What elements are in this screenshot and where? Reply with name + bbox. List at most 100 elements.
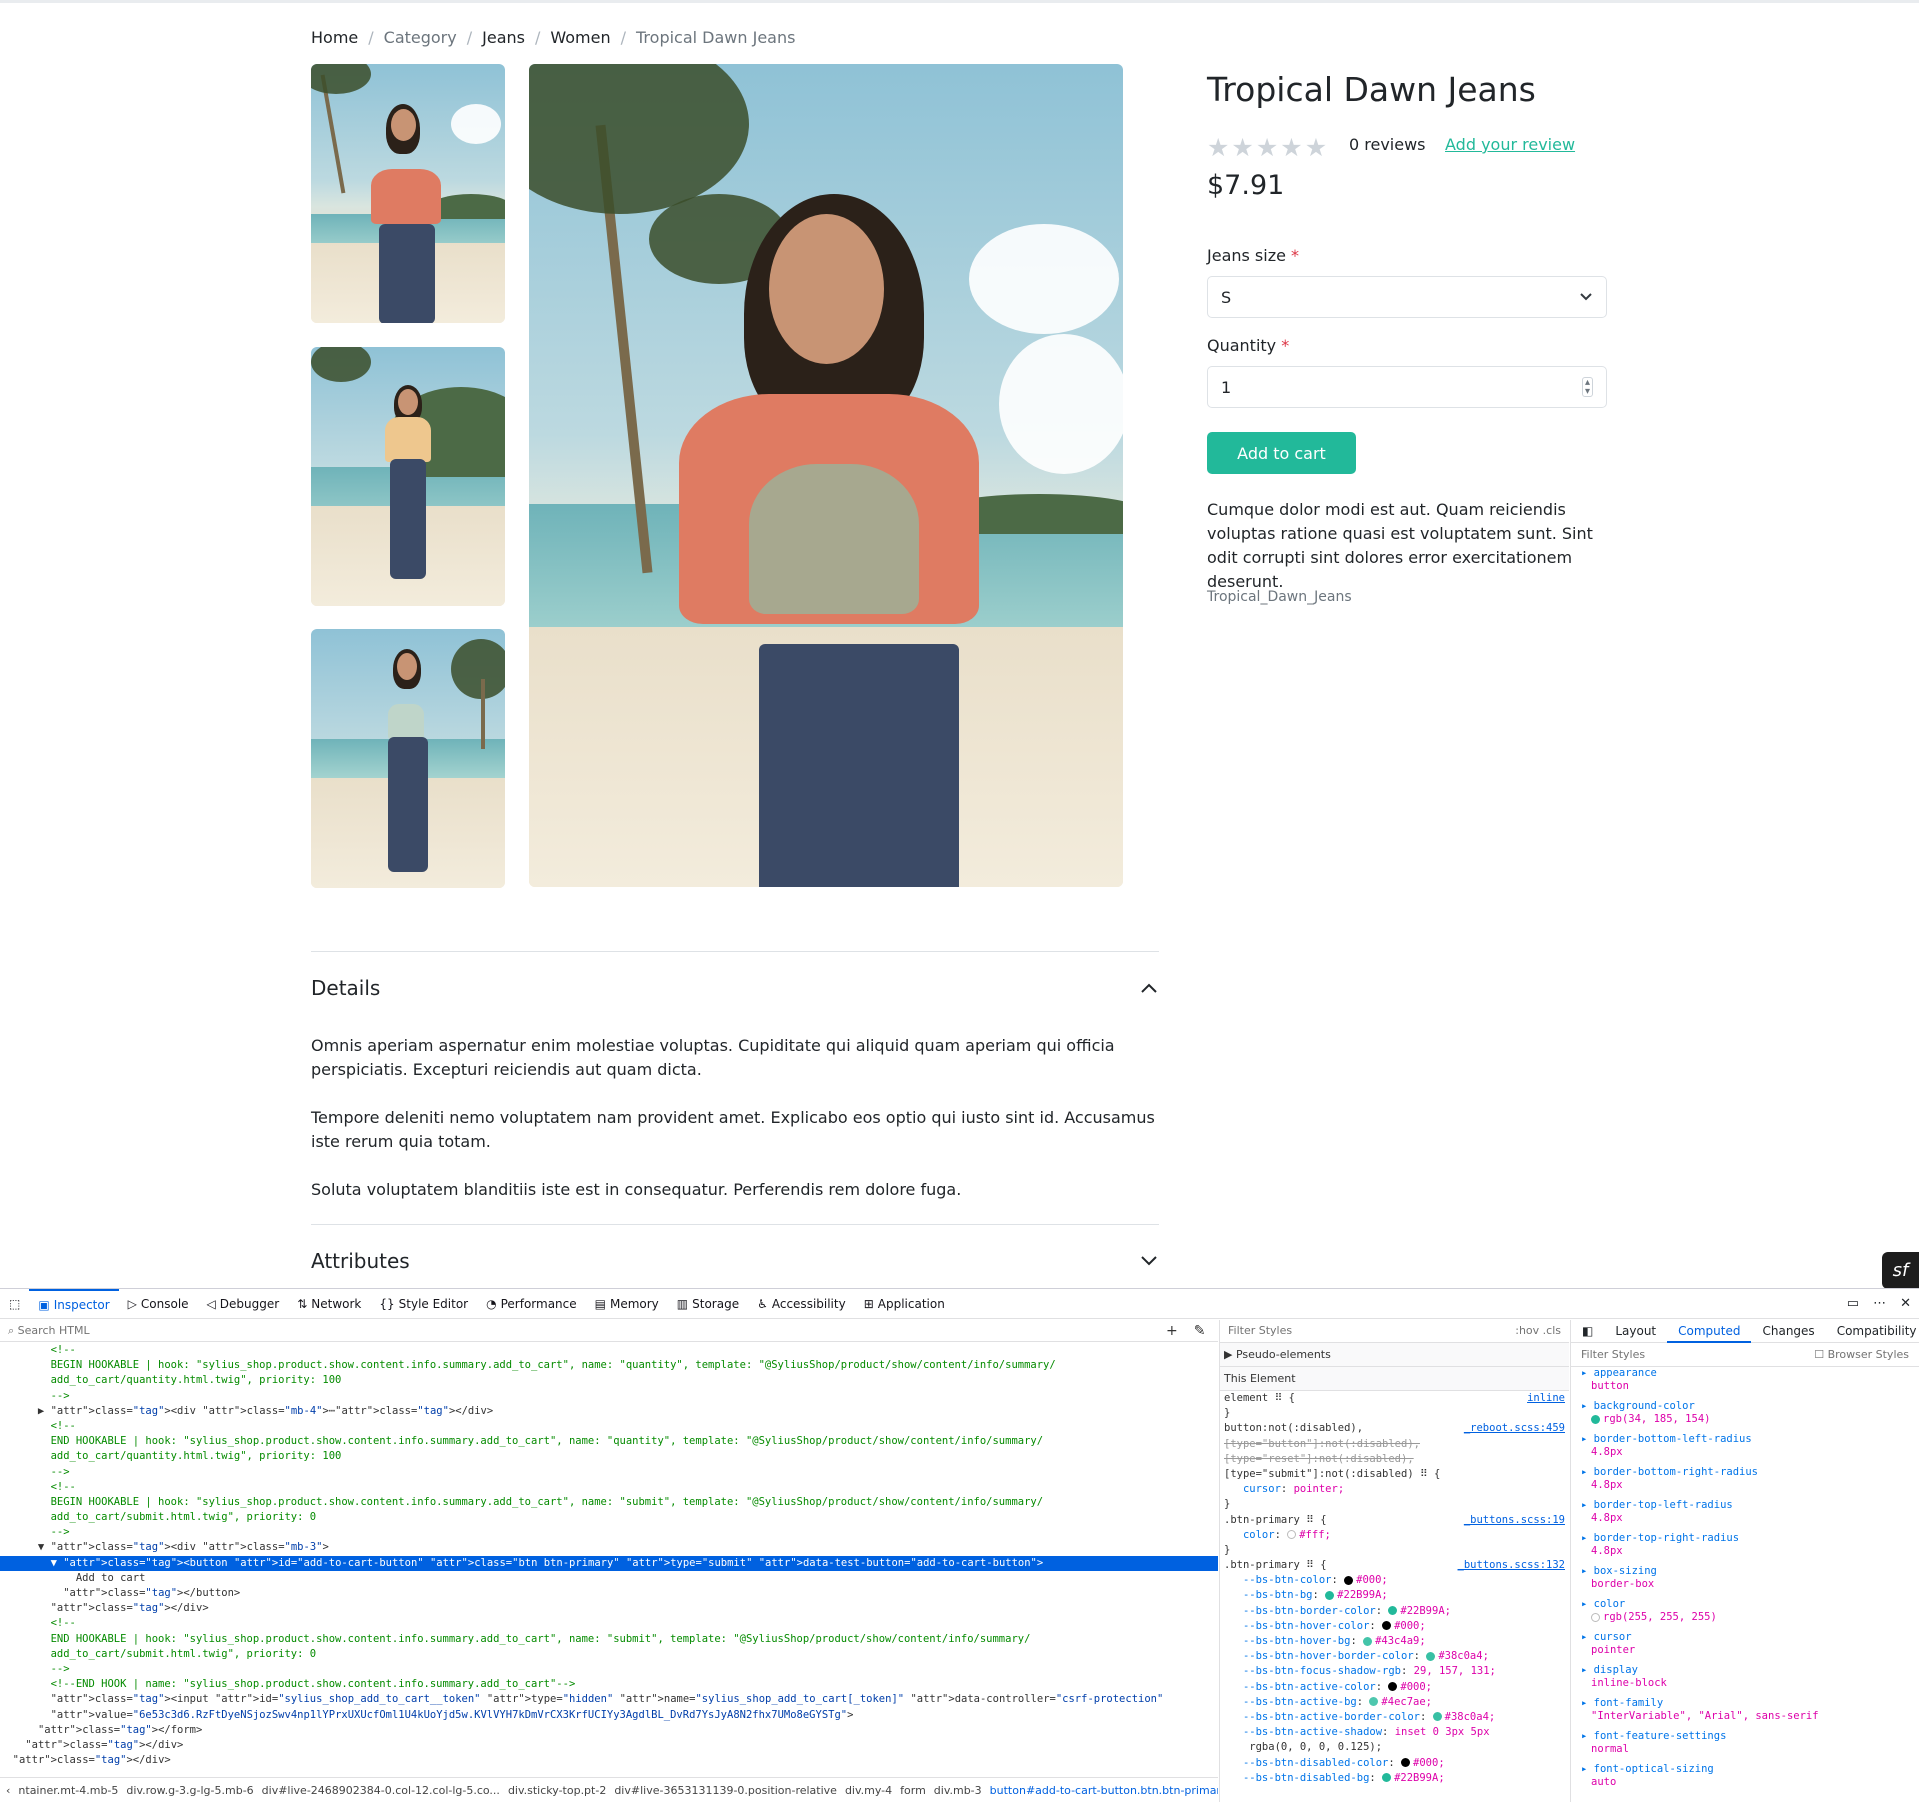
rule-declaration[interactable]: --bs-btn-hover-bg: #43c4a9;	[1220, 1634, 1569, 1649]
tab-debugger[interactable]: ◁ Debugger	[198, 1289, 289, 1319]
color-swatch[interactable]	[1432, 1712, 1442, 1722]
markup-line[interactable]: -->	[0, 1525, 1218, 1540]
node-crumb[interactable]: button#add-to-cart-button.btn.btn-primar…	[990, 1784, 1218, 1797]
color-swatch[interactable]	[1388, 1682, 1398, 1692]
rule-source-link[interactable]: _buttons.scss:19	[1464, 1513, 1569, 1528]
rule-source-link[interactable]: _buttons.scss:132	[1458, 1558, 1569, 1573]
markup-line[interactable]: <!--	[0, 1419, 1218, 1434]
markup-line[interactable]: "attr">class="tag"></button>	[0, 1586, 1218, 1601]
computed-property[interactable]: ▸ box-sizing border-box	[1571, 1565, 1919, 1598]
quantity-input[interactable]: 1 ▴ ▾	[1207, 366, 1607, 408]
size-select[interactable]: S	[1207, 276, 1607, 318]
rule-declaration[interactable]: --bs-btn-bg: #22B99A;	[1220, 1588, 1569, 1603]
markup-line[interactable]: <!--	[0, 1480, 1218, 1495]
markup-line[interactable]: add_to_cart/quantity.html.twig", priorit…	[0, 1373, 1218, 1388]
sidebar-tab-computed[interactable]: Computed	[1667, 1320, 1752, 1343]
markup-line[interactable]: "attr">class="tag"></div>	[0, 1601, 1218, 1616]
star-icon[interactable]: ★	[1280, 135, 1302, 160]
rule-declaration[interactable]: --bs-btn-disabled-color: #000;	[1220, 1756, 1569, 1771]
markup-line[interactable]: END HOOKABLE | hook: "sylius_shop.produc…	[0, 1434, 1218, 1449]
color-swatch[interactable]	[1369, 1697, 1379, 1707]
node-crumb[interactable]: form	[900, 1784, 926, 1797]
tab-memory[interactable]: ▤ Memory	[586, 1289, 668, 1319]
markup-line[interactable]: "attr">class="tag"><input "attr">id="syl…	[0, 1692, 1218, 1707]
sidebar-tab-changes[interactable]: Changes	[1751, 1324, 1825, 1338]
node-crumb[interactable]: div#live-3653131139-0.position-relative	[614, 1784, 837, 1797]
tab-storage[interactable]: ▥ Storage	[668, 1289, 748, 1319]
add-to-cart-button[interactable]: Add to cart	[1207, 432, 1356, 474]
rules-section-header[interactable]: ▶ Pseudo-elements	[1220, 1343, 1569, 1367]
markup-line[interactable]: <!--	[0, 1616, 1218, 1631]
color-swatch[interactable]	[1382, 1621, 1392, 1631]
computed-property[interactable]: ▸ border-top-left-radius 4.8px	[1571, 1499, 1919, 1532]
chevron-up-icon[interactable]	[1140, 982, 1158, 994]
sidebar-tab-compatibility[interactable]: Compatibility	[1826, 1324, 1919, 1338]
more-options-icon[interactable]: ⋯	[1873, 1296, 1886, 1311]
star-icon[interactable]: ★	[1207, 135, 1229, 160]
rule-source-link[interactable]: inline	[1527, 1391, 1569, 1406]
eyedropper-icon[interactable]: ✎	[1194, 1323, 1206, 1339]
markup-line[interactable]: "attr">class="tag"></form>	[0, 1723, 1218, 1738]
tab-accessibility[interactable]: ♿ Accessibility	[748, 1289, 855, 1319]
add-review-link[interactable]: Add your review	[1445, 135, 1575, 154]
markup-line[interactable]: ▶ "attr">class="tag"><div "attr">class="…	[0, 1404, 1218, 1419]
markup-line[interactable]: "attr">value="6e53c3d6.RzFtDyeNSjozSwv4n…	[0, 1708, 1218, 1723]
computed-property[interactable]: ▸ font-optical-sizing auto	[1571, 1763, 1919, 1796]
computed-property[interactable]: ▸ border-bottom-left-radius 4.8px	[1571, 1433, 1919, 1466]
breadcrumb-item[interactable]: Women	[550, 28, 610, 47]
rule-declaration[interactable]: --bs-btn-active-bg: #4ec7ae;	[1220, 1695, 1569, 1710]
color-swatch[interactable]	[1426, 1651, 1436, 1661]
computed-property[interactable]: ▸ border-bottom-right-radius 4.8px	[1571, 1466, 1919, 1499]
rule-declaration[interactable]: --bs-btn-hover-color: #000;	[1220, 1619, 1569, 1634]
tab-style-editor[interactable]: {} Style Editor	[370, 1289, 477, 1319]
attributes-accordion-header[interactable]: Attributes	[311, 1249, 410, 1273]
markup-line[interactable]: "attr">class="tag"></div>	[0, 1738, 1218, 1753]
star-icon[interactable]: ★	[1256, 135, 1278, 160]
product-thumbnail-1[interactable]	[311, 64, 505, 323]
markup-line[interactable]: "attr">class="tag"></div>	[0, 1753, 1218, 1767]
rule-source-link[interactable]: _reboot.scss:459	[1464, 1421, 1569, 1436]
color-swatch[interactable]	[1287, 1530, 1297, 1540]
computed-property[interactable]: ▸ border-top-right-radius 4.8px	[1571, 1532, 1919, 1565]
product-main-image[interactable]	[529, 64, 1123, 887]
element-picker-icon[interactable]: ⬚	[0, 1289, 29, 1319]
rule-declaration[interactable]: --bs-btn-hover-border-color: #38c0a4;	[1220, 1649, 1569, 1664]
node-crumb[interactable]: div.sticky-top.pt-2	[508, 1784, 606, 1797]
product-thumbnail-3[interactable]	[311, 629, 505, 888]
computed-property[interactable]: ▸ cursor pointer	[1571, 1631, 1919, 1664]
tab-network[interactable]: ⇅ Network	[288, 1289, 370, 1319]
product-thumbnail-2[interactable]	[311, 347, 505, 606]
dock-icon[interactable]: ▭	[1847, 1296, 1859, 1311]
color-swatch[interactable]	[1325, 1590, 1335, 1600]
rule-declaration[interactable]: --bs-btn-color: #000;	[1220, 1573, 1569, 1588]
tab-application[interactable]: ⊞ Application	[855, 1289, 954, 1319]
add-node-icon[interactable]: +	[1166, 1323, 1178, 1339]
color-swatch[interactable]	[1344, 1575, 1354, 1585]
node-crumb[interactable]: div.mb-3	[934, 1784, 982, 1797]
color-swatch[interactable]	[1401, 1758, 1411, 1767]
markup-line[interactable]: add_to_cart/submit.html.twig", priority:…	[0, 1647, 1218, 1662]
sidebar-tab-layout[interactable]: Layout	[1604, 1324, 1667, 1338]
rule-declaration[interactable]: --bs-btn-active-border-color: #38c0a4;	[1220, 1710, 1569, 1725]
computed-filter-input[interactable]: Filter Styles	[1581, 1348, 1645, 1361]
markup-line[interactable]: add_to_cart/submit.html.twig", priority:…	[0, 1510, 1218, 1525]
computed-property[interactable]: ▸ background-color rgb(34, 185, 154)	[1571, 1400, 1919, 1433]
node-crumb[interactable]: ntainer.mt-4.mb-5	[18, 1784, 118, 1797]
node-crumb[interactable]: div#live-2468902384-0.col-12.col-lg-5.co…	[262, 1784, 500, 1797]
breadcrumb-item[interactable]: Home	[311, 28, 358, 47]
markup-line[interactable]: END HOOKABLE | hook: "sylius_shop.produc…	[0, 1632, 1218, 1647]
color-swatch[interactable]	[1382, 1773, 1392, 1783]
computed-property[interactable]: ▸ font-family "InterVariable", "Arial", s…	[1571, 1697, 1919, 1730]
rules-section-header[interactable]: This Element	[1220, 1367, 1569, 1391]
rule-declaration[interactable]: --bs-btn-active-color: #000;	[1220, 1680, 1569, 1695]
rule-declaration[interactable]: --bs-btn-border-color: #22B99A;	[1220, 1604, 1569, 1619]
markup-line[interactable]: ▼ "attr">class="tag"><div "attr">class="…	[0, 1540, 1218, 1555]
chevron-down-icon[interactable]	[1140, 1255, 1158, 1267]
spinner-icon[interactable]: ▴ ▾	[1581, 377, 1593, 397]
symfony-toolbar-icon[interactable]: sf	[1882, 1252, 1919, 1289]
markup-line[interactable]: Add to cart	[0, 1571, 1218, 1586]
star-icon[interactable]: ★	[1231, 135, 1253, 160]
node-crumb[interactable]: div.row.g-3.g-lg-5.mb-6	[126, 1784, 253, 1797]
rule-declaration[interactable]: --bs-btn-active-shadow: inset 0 3px 5px	[1220, 1725, 1569, 1740]
toggle-sidebar-icon[interactable]: ◧	[1571, 1324, 1604, 1338]
